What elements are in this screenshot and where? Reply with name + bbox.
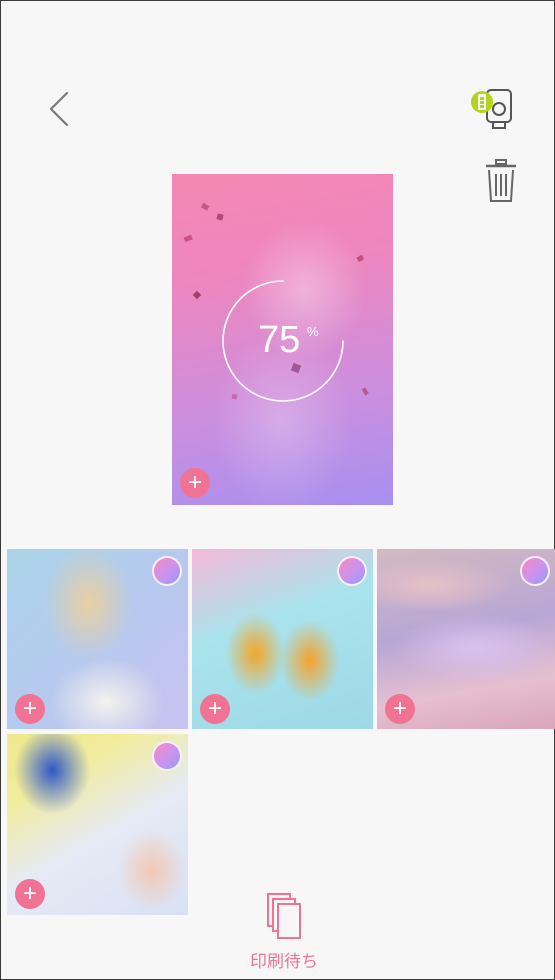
add-copy-button[interactable]: + — [200, 694, 230, 724]
photo-thumbnail[interactable]: + — [7, 549, 188, 729]
printer-battery-icon — [471, 89, 512, 129]
chevron-left-icon — [49, 91, 69, 127]
progress-percentage: 75 — [258, 319, 301, 361]
trash-icon — [486, 159, 516, 202]
select-toggle[interactable] — [152, 741, 182, 771]
add-copy-button[interactable]: + — [15, 694, 45, 724]
back-button[interactable] — [41, 87, 81, 131]
printer-status-button[interactable] — [469, 87, 521, 133]
print-queue-button[interactable]: 印刷待ち — [239, 889, 329, 975]
add-copy-button[interactable]: + — [180, 468, 210, 498]
add-copy-button[interactable]: + — [385, 694, 415, 724]
select-toggle[interactable] — [337, 556, 367, 586]
app-frame: 75 % + + + + + 印刷待ち — [0, 0, 555, 980]
delete-button[interactable] — [481, 157, 521, 205]
print-preview-photo: 75 % + — [172, 174, 393, 505]
photo-thumbnail[interactable]: + — [377, 549, 555, 729]
add-copy-button[interactable]: + — [15, 879, 45, 909]
select-toggle[interactable] — [152, 556, 182, 586]
copies-icon — [267, 893, 301, 939]
photo-thumbnail[interactable]: + — [192, 549, 373, 729]
progress-unit: % — [307, 324, 319, 339]
print-queue-label: 印刷待ち — [250, 952, 318, 972]
select-toggle[interactable] — [520, 556, 550, 586]
photo-thumbnail[interactable]: + — [7, 734, 188, 915]
